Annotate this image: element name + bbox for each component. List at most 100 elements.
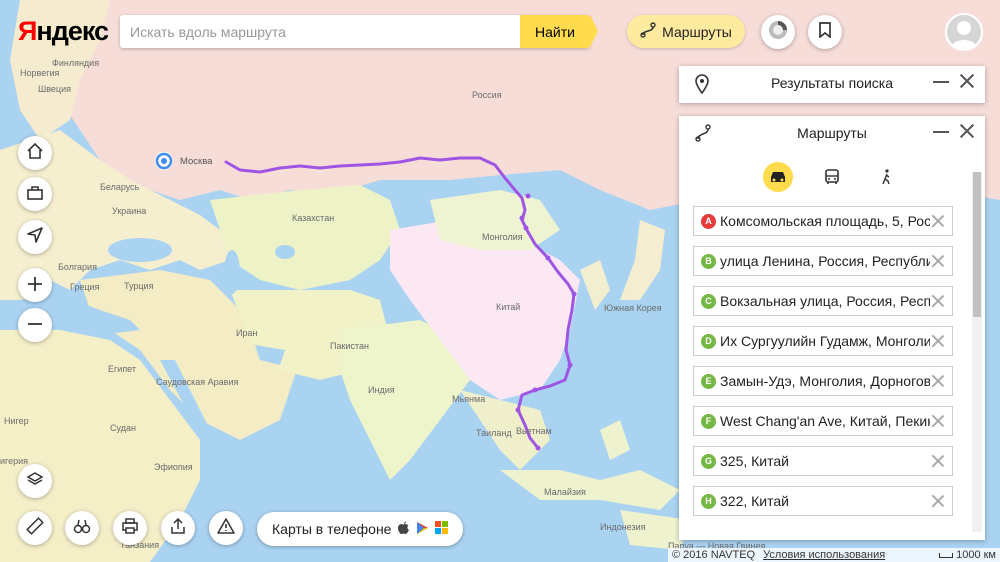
- location-arrow-icon: [26, 224, 44, 250]
- search-button[interactable]: Найти: [520, 15, 598, 48]
- warning-icon: [217, 515, 235, 541]
- label-china: Китай: [496, 302, 520, 312]
- routes-button[interactable]: Маршруты: [627, 15, 745, 48]
- pedestrian-icon: [882, 169, 890, 185]
- waypoint-marker-icon: G: [701, 453, 716, 469]
- route-icon: [640, 22, 656, 41]
- printer-icon: [121, 515, 139, 541]
- google-play-icon[interactable]: [416, 521, 429, 538]
- waypoint-marker-icon: E: [701, 373, 716, 389]
- waypoint-input[interactable]: улица Ленина, Россия, Республика: [720, 253, 930, 269]
- waypoint-input[interactable]: 322, Китай: [720, 493, 930, 509]
- car-icon: [771, 172, 785, 182]
- ruler-button[interactable]: [18, 511, 52, 545]
- bookmark-icon: [818, 21, 832, 43]
- waypoint-row[interactable]: D Их Сургуулийн Гудамж, Монголия: [693, 326, 953, 356]
- label-thailand: Таиланд: [476, 428, 512, 438]
- waypoint-marker-icon: C: [701, 293, 716, 309]
- waypoint-row[interactable]: F West Chang'an Ave, Китай, Пекин: [693, 406, 953, 436]
- zoom-out-button[interactable]: [18, 308, 52, 342]
- remove-waypoint-icon[interactable]: [932, 375, 944, 387]
- waypoint-row[interactable]: C Вокзальная улица, Россия, Респ: [693, 286, 953, 316]
- waypoint-input[interactable]: 325, Китай: [720, 453, 930, 469]
- search-input[interactable]: [120, 15, 520, 48]
- transport-mode-selector: [679, 162, 985, 192]
- walk-mode-button[interactable]: [871, 162, 901, 192]
- locate-button[interactable]: [18, 220, 52, 254]
- windows-icon[interactable]: [435, 521, 449, 537]
- copyright-text: © 2016 NAVTEQ: [672, 549, 756, 561]
- waypoint-row[interactable]: G 325, Китай: [693, 446, 953, 476]
- scale-bar: 1000 км: [939, 549, 996, 561]
- home-icon: [26, 140, 44, 166]
- layers-icon: [26, 468, 44, 494]
- work-button[interactable]: [18, 177, 52, 211]
- label-south-korea: Южная Корея: [604, 303, 662, 313]
- report-error-button[interactable]: [209, 511, 243, 545]
- zoom-in-button[interactable]: [18, 268, 52, 302]
- mobile-app-banner[interactable]: Карты в телефоне: [257, 512, 463, 546]
- label-egypt: Египет: [108, 364, 136, 374]
- waypoint-marker-icon: H: [701, 493, 716, 509]
- apple-icon[interactable]: [397, 520, 410, 538]
- user-avatar[interactable]: [945, 13, 983, 51]
- label-ukraine: Украина: [112, 206, 146, 216]
- share-button[interactable]: [161, 511, 195, 545]
- panorama-button[interactable]: [65, 511, 99, 545]
- label-kazakhstan: Казахстан: [292, 213, 334, 223]
- waypoint-row[interactable]: H 322, Китай: [693, 486, 953, 516]
- remove-waypoint-icon[interactable]: [932, 335, 944, 347]
- label-myanmar: Мьянма: [452, 394, 485, 404]
- close-icon[interactable]: [959, 73, 975, 89]
- remove-waypoint-icon[interactable]: [932, 455, 944, 467]
- transit-mode-button[interactable]: [817, 162, 847, 192]
- waypoint-row[interactable]: E Замын-Удэ, Монголия, Дорногови: [693, 366, 953, 396]
- bookmarks-button[interactable]: [808, 15, 842, 49]
- binoculars-icon: [73, 515, 91, 541]
- traffic-button[interactable]: [761, 15, 795, 49]
- search-results-panel: Результаты поиска: [679, 66, 985, 103]
- layers-button[interactable]: [18, 464, 52, 498]
- label-finland: Финляндия: [52, 58, 99, 68]
- label-saudi: Саудовская Аравия: [156, 377, 238, 387]
- home-button[interactable]: [18, 136, 52, 170]
- remove-waypoint-icon[interactable]: [932, 295, 944, 307]
- waypoint-input[interactable]: West Chang'an Ave, Китай, Пекин: [720, 413, 930, 429]
- close-icon[interactable]: [959, 123, 975, 139]
- minimize-icon[interactable]: [933, 131, 949, 133]
- waypoint-input[interactable]: Замын-Удэ, Монголия, Дорногови: [720, 373, 930, 389]
- label-indonesia: Индонезия: [600, 522, 646, 532]
- remove-waypoint-icon[interactable]: [932, 415, 944, 427]
- label-bulgaria: Болгария: [58, 262, 97, 272]
- routes-panel: Маршруты A Комсомольская площадь, 5, Росс…: [679, 116, 985, 540]
- waypoint-row[interactable]: A Комсомольская площадь, 5, Росс: [693, 206, 953, 236]
- minus-icon: [27, 312, 43, 338]
- routes-scrollbar[interactable]: [972, 172, 982, 532]
- waypoint-marker-icon: B: [701, 253, 716, 269]
- label-pakistan: Пакистан: [330, 341, 369, 351]
- print-button[interactable]: [113, 511, 147, 545]
- label-mongolia: Монголия: [482, 232, 523, 242]
- search-results-header: Результаты поиска: [679, 66, 985, 100]
- remove-waypoint-icon[interactable]: [932, 215, 944, 227]
- waypoint-marker-icon: D: [701, 333, 716, 349]
- car-mode-button[interactable]: [763, 162, 793, 192]
- remove-waypoint-icon[interactable]: [932, 495, 944, 507]
- waypoint-input[interactable]: Вокзальная улица, Россия, Респ: [720, 293, 930, 309]
- remove-waypoint-icon[interactable]: [932, 255, 944, 267]
- label-turkey: Турция: [124, 281, 154, 291]
- scrollbar-thumb[interactable]: [973, 172, 981, 317]
- minimize-icon[interactable]: [933, 81, 949, 83]
- routes-button-label: Маршруты: [662, 23, 732, 40]
- label-nigeria: игерия: [0, 456, 28, 466]
- waypoint-marker-icon: A: [701, 213, 716, 229]
- yandex-logo[interactable]: Яндекс: [18, 16, 109, 47]
- bus-icon: [825, 169, 839, 184]
- terms-link[interactable]: Условия использования: [763, 549, 885, 561]
- waypoint-input[interactable]: Их Сургуулийн Гудамж, Монголия: [720, 333, 930, 349]
- waypoint-input[interactable]: Комсомольская площадь, 5, Росс: [720, 213, 930, 229]
- label-sweden: Швеция: [38, 84, 71, 94]
- label-vietnam: Вьетнам: [516, 426, 552, 436]
- waypoint-row[interactable]: Bулица Ленина, Россия, Республика: [693, 246, 953, 276]
- map-footer: © 2016 NAVTEQ Условия использования 1000…: [668, 548, 1000, 562]
